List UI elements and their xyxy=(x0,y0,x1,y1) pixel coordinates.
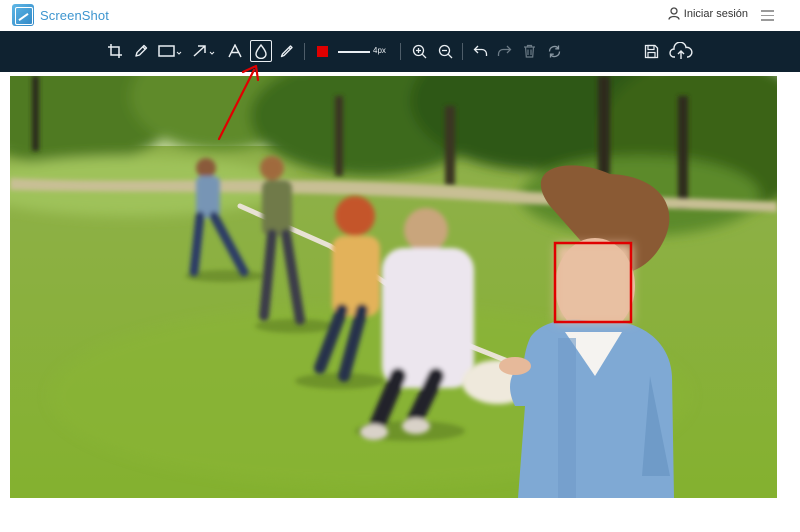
marker-icon xyxy=(280,45,293,58)
app-logo[interactable]: ScreenShot xyxy=(12,4,109,26)
arrow-icon xyxy=(193,45,215,57)
hamburger-menu-button[interactable] xyxy=(761,10,774,21)
blur-button[interactable] xyxy=(250,40,272,62)
delete-button[interactable] xyxy=(518,40,540,62)
menu-line xyxy=(761,10,774,12)
zoom-in-icon xyxy=(412,44,426,58)
redo-button[interactable] xyxy=(493,40,515,62)
reset-button[interactable] xyxy=(543,40,565,62)
image-canvas[interactable] xyxy=(10,76,777,498)
zoom-out-icon xyxy=(438,44,452,58)
undo-icon xyxy=(473,45,487,56)
trash-icon xyxy=(523,44,535,58)
menu-line xyxy=(761,19,774,21)
app-header: ScreenShot Iniciar sesión xyxy=(0,0,800,31)
login-link[interactable]: Iniciar sesión xyxy=(668,7,748,20)
save-button[interactable] xyxy=(640,40,662,62)
line-width-label: 4px xyxy=(373,46,386,55)
text-icon xyxy=(228,44,242,58)
upload-cloud-icon xyxy=(669,42,693,59)
app-name: ScreenShot xyxy=(40,7,109,23)
reset-icon xyxy=(548,45,560,57)
photo-children-tug-of-war xyxy=(10,76,777,498)
blur-icon xyxy=(255,43,267,59)
color-picker[interactable] xyxy=(317,46,328,57)
text-button[interactable] xyxy=(224,40,246,62)
crop-button[interactable] xyxy=(104,40,126,62)
pencil-button[interactable] xyxy=(130,40,152,62)
save-icon xyxy=(644,44,658,58)
redo-icon xyxy=(497,45,511,56)
login-label: Iniciar sesión xyxy=(683,7,748,20)
line-width-preview[interactable] xyxy=(338,51,370,53)
menu-line xyxy=(761,14,774,16)
rectangle-icon xyxy=(158,45,182,57)
undo-button[interactable] xyxy=(469,40,491,62)
toolbar-divider xyxy=(304,43,305,60)
marker-button[interactable] xyxy=(276,40,298,62)
crop-icon xyxy=(108,44,122,58)
upload-button[interactable] xyxy=(668,40,694,62)
user-icon xyxy=(668,7,680,20)
arrow-button[interactable] xyxy=(191,40,217,62)
pencil-icon xyxy=(135,44,148,57)
rectangle-button[interactable] xyxy=(156,40,184,62)
zoom-in-button[interactable] xyxy=(408,40,430,62)
logo-icon xyxy=(12,4,34,26)
zoom-out-button[interactable] xyxy=(434,40,456,62)
